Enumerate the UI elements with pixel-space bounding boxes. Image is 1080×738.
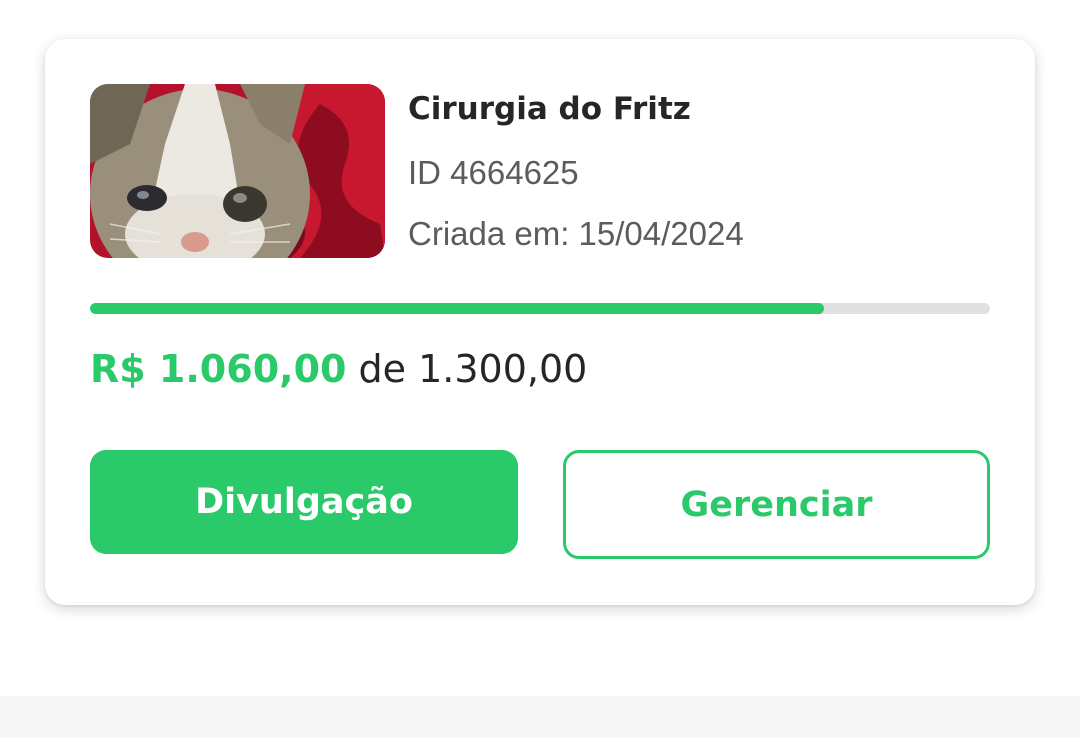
campaign-created-date: Criada em: 15/04/2024 xyxy=(408,215,744,252)
kitten-photo-icon xyxy=(90,84,385,258)
amount-raised: R$ 1.060,00 xyxy=(90,347,347,391)
amount-summary: R$ 1.060,00 de 1.300,00 xyxy=(90,347,587,391)
manage-button[interactable]: Gerenciar xyxy=(563,450,990,559)
progress-bar xyxy=(90,303,990,314)
amount-goal: de 1.300,00 xyxy=(358,347,588,391)
bottom-section-divider xyxy=(0,696,1080,738)
share-button[interactable]: Divulgação xyxy=(90,450,518,554)
campaign-id: ID 4664625 xyxy=(408,154,579,191)
campaign-card[interactable]: Cirurgia do Fritz ID 4664625 Criada em: … xyxy=(45,39,1035,605)
progress-bar-fill xyxy=(90,303,824,314)
page: Cirurgia do Fritz ID 4664625 Criada em: … xyxy=(0,0,1080,738)
campaign-title: Cirurgia do Fritz xyxy=(408,91,691,127)
campaign-thumbnail xyxy=(90,84,385,258)
